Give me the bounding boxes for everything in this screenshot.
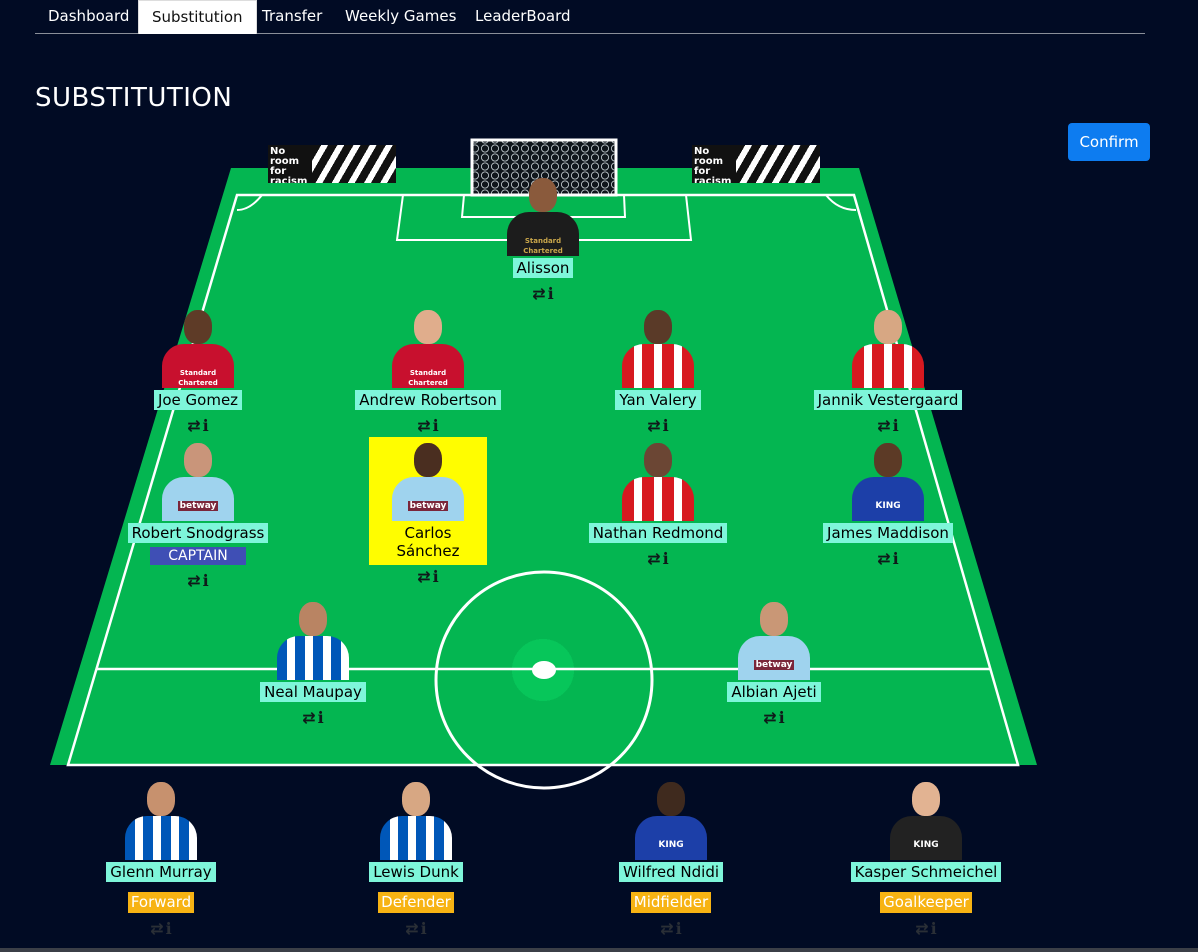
board-text: No room for racism — [268, 145, 314, 183]
swap-icon[interactable]: ⇄ — [877, 416, 890, 435]
swap-icon[interactable]: ⇄ — [417, 416, 430, 435]
player-card-goalkeeper[interactable]: Standard Chartered Alisson ⇄ ℹ — [423, 172, 663, 304]
player-photo — [616, 304, 700, 388]
info-icon[interactable]: ℹ — [893, 416, 899, 435]
swap-icon[interactable]: ⇄ — [647, 416, 660, 435]
bench-player-card[interactable]: KING Wilfred Ndidi Midfielder ⇄ ℹ — [551, 776, 791, 939]
player-card-defender[interactable]: Standard Chartered Andrew Robertson ⇄ ℹ — [308, 304, 548, 436]
info-icon[interactable]: ℹ — [203, 571, 209, 590]
player-name: Wilfred Ndidi — [618, 862, 724, 882]
info-icon[interactable]: ℹ — [433, 416, 439, 435]
player-photo: Standard Chartered — [386, 304, 470, 388]
position-badge: Forward — [127, 892, 195, 913]
player-photo: Standard Chartered — [156, 304, 240, 388]
bench-player-card[interactable]: Glenn Murray Forward ⇄ ℹ — [41, 776, 281, 939]
player-photo — [616, 437, 700, 521]
swap-icon[interactable]: ⇄ — [763, 708, 776, 727]
player-photo — [846, 304, 930, 388]
swap-icon[interactable]: ⇄ — [877, 549, 890, 568]
bench-player-card[interactable]: KING Kasper Schmeichel Goalkeeper ⇄ ℹ — [806, 776, 1046, 939]
player-card-defender[interactable]: Yan Valery ⇄ ℹ — [538, 304, 778, 436]
player-photo: KING — [629, 776, 713, 860]
info-icon[interactable]: ℹ — [421, 919, 427, 938]
player-name: Joe Gomez — [153, 390, 243, 410]
swap-icon[interactable]: ⇄ — [417, 567, 430, 586]
swap-icon[interactable]: ⇄ — [302, 708, 315, 727]
player-name: Kasper Schmeichel — [850, 862, 1002, 882]
player-name: Jannik Vestergaard — [813, 390, 963, 410]
swap-icon[interactable]: ⇄ — [150, 919, 163, 938]
position-badge: Goalkeeper — [880, 892, 972, 913]
player-name: Neal Maupay — [260, 682, 366, 702]
info-icon[interactable]: ℹ — [318, 708, 324, 727]
bottom-scrollbar[interactable] — [0, 948, 1198, 952]
player-card-forward[interactable]: betway Albian Ajeti ⇄ ℹ — [654, 596, 894, 728]
centre-spot — [532, 661, 556, 679]
info-icon[interactable]: ℹ — [893, 549, 899, 568]
ad-board-right: No room for racism — [692, 145, 820, 183]
board-stripes — [736, 145, 820, 183]
player-photo: KING — [884, 776, 968, 860]
player-photo — [119, 776, 203, 860]
info-icon[interactable]: ℹ — [203, 416, 209, 435]
player-card-midfielder-selected[interactable]: betway Carlos Sánchez ⇄ ℹ — [308, 437, 548, 587]
info-icon[interactable]: ℹ — [433, 567, 439, 586]
player-name: Nathan Redmond — [588, 523, 728, 543]
player-photo: betway — [386, 437, 470, 521]
swap-icon[interactable]: ⇄ — [187, 571, 200, 590]
player-name: James Maddison — [823, 523, 953, 543]
position-badge: Midfielder — [630, 892, 712, 913]
swap-icon[interactable]: ⇄ — [660, 919, 673, 938]
swap-icon[interactable]: ⇄ — [647, 549, 660, 568]
bench-player-card[interactable]: Lewis Dunk Defender ⇄ ℹ — [296, 776, 536, 939]
swap-icon[interactable]: ⇄ — [405, 919, 418, 938]
board-stripes — [312, 145, 396, 183]
player-card-midfielder[interactable]: Nathan Redmond ⇄ ℹ — [538, 437, 778, 569]
player-photo: betway — [156, 437, 240, 521]
player-card-midfielder[interactable]: betway Robert Snodgrass CAPTAIN ⇄ ℹ — [78, 437, 318, 591]
swap-icon[interactable]: ⇄ — [187, 416, 200, 435]
swap-icon[interactable]: ⇄ — [532, 284, 545, 303]
player-photo: betway — [732, 596, 816, 680]
player-card-forward[interactable]: Neal Maupay ⇄ ℹ — [193, 596, 433, 728]
player-name: Yan Valery — [615, 390, 701, 410]
player-photo — [271, 596, 355, 680]
info-icon[interactable]: ℹ — [779, 708, 785, 727]
player-name: Albian Ajeti — [727, 682, 821, 702]
player-photo: KING — [846, 437, 930, 521]
player-photo: Standard Chartered — [501, 172, 585, 256]
info-icon[interactable]: ℹ — [663, 416, 669, 435]
info-icon[interactable]: ℹ — [166, 919, 172, 938]
player-name: Robert Snodgrass — [127, 523, 269, 543]
selected-highlight: betway Carlos Sánchez — [369, 437, 487, 565]
ad-board-left: No room for racism — [268, 145, 396, 183]
player-name: Glenn Murray — [106, 862, 216, 882]
info-icon[interactable]: ℹ — [548, 284, 554, 303]
info-icon[interactable]: ℹ — [931, 919, 937, 938]
player-name: Alisson — [512, 258, 574, 278]
player-card-defender[interactable]: Standard Chartered Joe Gomez ⇄ ℹ — [78, 304, 318, 436]
player-name: Carlos Sánchez — [396, 524, 460, 560]
position-badge: Defender — [378, 892, 454, 913]
player-card-midfielder[interactable]: KING James Maddison ⇄ ℹ — [768, 437, 1008, 569]
info-icon[interactable]: ℹ — [676, 919, 682, 938]
captain-badge: CAPTAIN — [150, 547, 246, 565]
player-card-defender[interactable]: Jannik Vestergaard ⇄ ℹ — [768, 304, 1008, 436]
player-name: Andrew Robertson — [355, 390, 501, 410]
swap-icon[interactable]: ⇄ — [915, 919, 928, 938]
player-photo — [374, 776, 458, 860]
board-text: No room for racism — [692, 145, 738, 183]
player-name: Lewis Dunk — [369, 862, 463, 882]
info-icon[interactable]: ℹ — [663, 549, 669, 568]
